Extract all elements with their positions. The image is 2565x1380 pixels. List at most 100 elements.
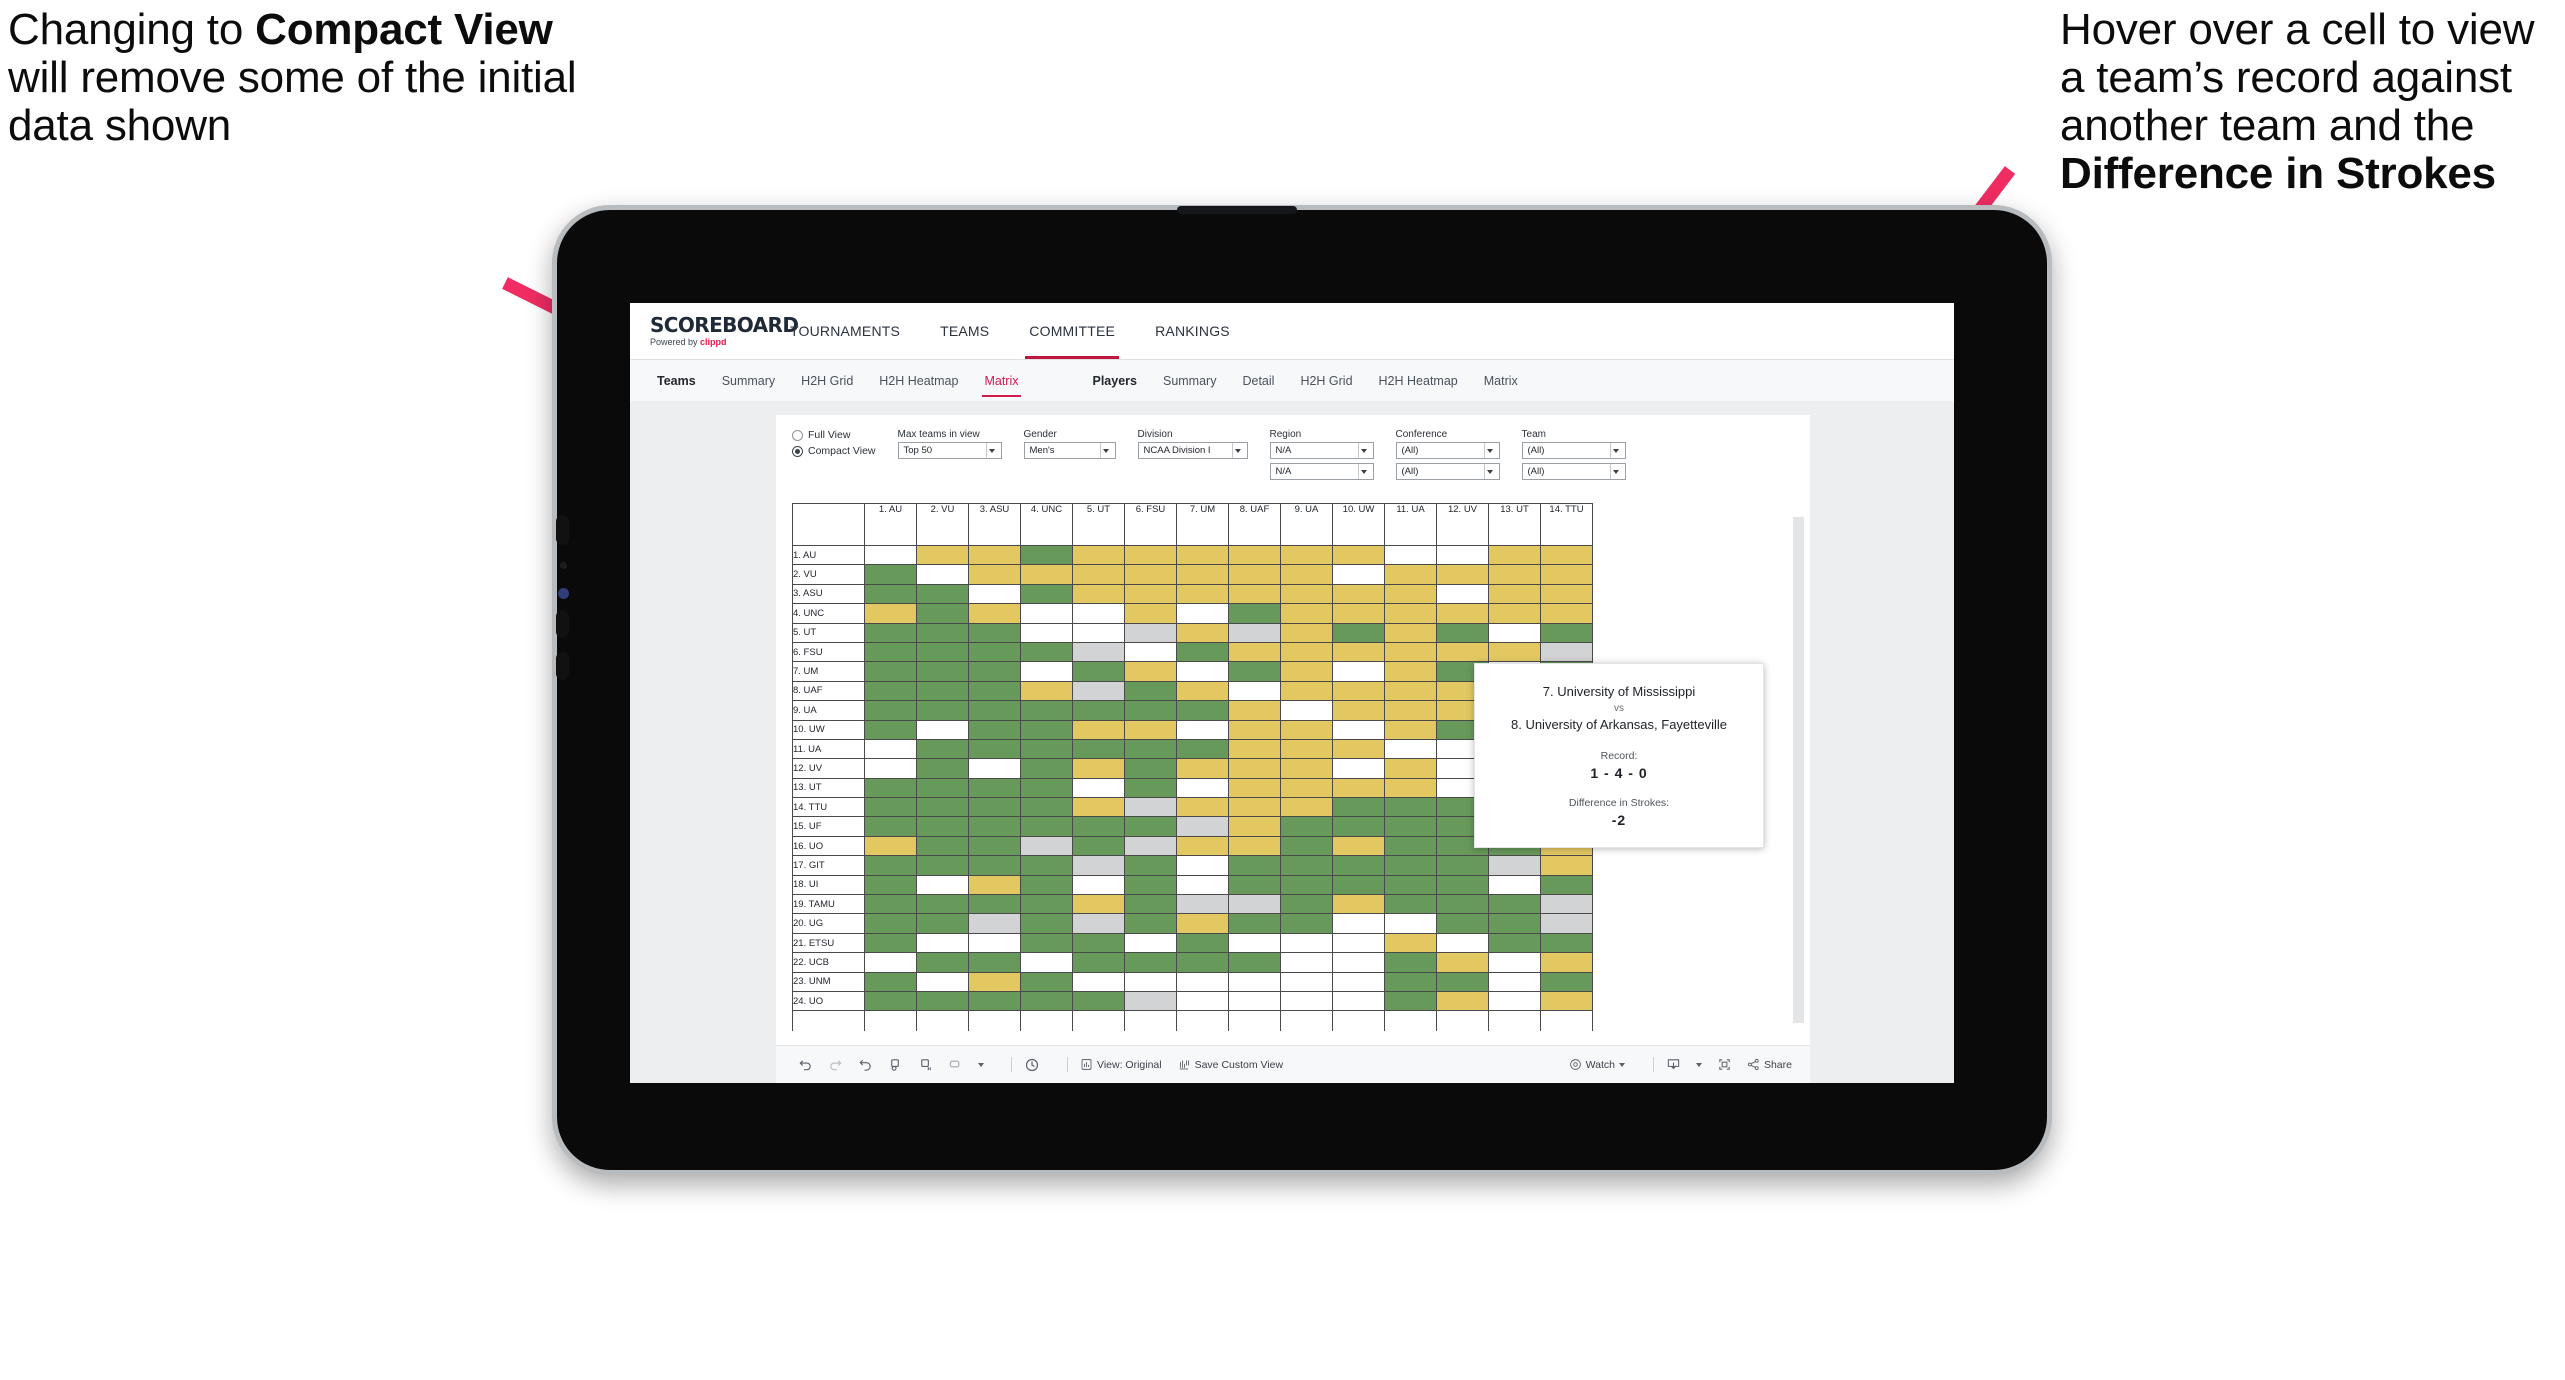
matrix-cell[interactable] xyxy=(1488,583,1541,605)
matrix-cell[interactable] xyxy=(1384,641,1437,663)
matrix-cell[interactable] xyxy=(1020,719,1073,740)
matrix-cell[interactable] xyxy=(1436,622,1489,643)
matrix-cell[interactable] xyxy=(1072,990,1125,1012)
matrix-cell[interactable] xyxy=(1020,661,1073,682)
subnav-teams-h2h-heatmap[interactable]: H2H Heatmap xyxy=(866,360,971,402)
matrix-cell[interactable] xyxy=(1228,758,1281,779)
matrix-cell[interactable] xyxy=(1124,894,1177,915)
matrix-cell[interactable] xyxy=(1228,738,1281,760)
matrix-cell[interactable] xyxy=(1020,971,1073,992)
matrix-cell[interactable] xyxy=(1280,680,1333,702)
filter-max-teams-select[interactable]: Top 50 xyxy=(897,442,1002,459)
matrix-cell[interactable] xyxy=(1072,680,1125,702)
topnav-item-rankings[interactable]: RANKINGS xyxy=(1135,303,1250,359)
matrix-cell[interactable] xyxy=(1436,564,1489,585)
pause-auto-updates-icon[interactable] xyxy=(948,1057,963,1072)
matrix-cell[interactable] xyxy=(1020,777,1073,799)
matrix-cell[interactable] xyxy=(864,874,917,896)
matrix-cell[interactable] xyxy=(916,932,969,954)
matrix-cell[interactable] xyxy=(1540,952,1593,973)
matrix-cell[interactable] xyxy=(1176,990,1229,1012)
matrix-cell[interactable] xyxy=(1176,564,1229,585)
matrix-cell[interactable] xyxy=(1384,777,1437,799)
matrix-cell[interactable] xyxy=(1488,544,1541,566)
matrix-cell[interactable] xyxy=(1228,641,1281,663)
matrix-cell[interactable] xyxy=(916,680,969,702)
matrix-cell[interactable] xyxy=(1436,544,1489,566)
matrix-cell[interactable] xyxy=(1488,913,1541,934)
app-logo[interactable]: SCOREBOARD Powered by clippd xyxy=(630,315,799,347)
matrix-cell[interactable] xyxy=(1228,583,1281,605)
matrix-cell[interactable] xyxy=(1436,874,1489,896)
matrix-cell[interactable] xyxy=(1176,894,1229,915)
matrix-cell[interactable] xyxy=(1072,564,1125,585)
subnav-teams-matrix[interactable]: Matrix xyxy=(971,360,1031,402)
matrix-cell[interactable] xyxy=(1228,797,1281,818)
matrix-cell[interactable] xyxy=(968,932,1021,954)
matrix-cell[interactable] xyxy=(1332,758,1385,779)
matrix-cell[interactable] xyxy=(1228,816,1281,837)
matrix-cell[interactable] xyxy=(1540,874,1593,896)
matrix-cell[interactable] xyxy=(1488,990,1541,1012)
matrix-cell[interactable] xyxy=(1228,661,1281,682)
matrix-cell[interactable] xyxy=(1020,564,1073,585)
matrix-cell[interactable] xyxy=(1540,971,1593,992)
matrix-cell[interactable] xyxy=(1540,544,1593,566)
topnav-item-teams[interactable]: TEAMS xyxy=(920,303,1009,359)
matrix-cell[interactable] xyxy=(1124,680,1177,702)
matrix-cell[interactable] xyxy=(1020,583,1073,605)
matrix-cell[interactable] xyxy=(1540,932,1593,954)
matrix-cell[interactable] xyxy=(1436,990,1489,1012)
download-icon[interactable] xyxy=(1666,1057,1681,1072)
matrix-cell[interactable] xyxy=(1384,932,1437,954)
matrix-cell[interactable] xyxy=(968,758,1021,779)
matrix-cell[interactable] xyxy=(1332,797,1385,818)
matrix-cell[interactable] xyxy=(864,661,917,682)
chevron-down-icon[interactable] xyxy=(1609,464,1622,479)
matrix-cell[interactable] xyxy=(1020,855,1073,876)
matrix-cell[interactable] xyxy=(1384,952,1437,973)
matrix-cell[interactable] xyxy=(1280,990,1333,1012)
refresh-data-icon[interactable] xyxy=(918,1057,933,1072)
matrix-cell[interactable] xyxy=(1176,971,1229,992)
matrix-cell[interactable] xyxy=(1332,719,1385,740)
matrix-cell[interactable] xyxy=(916,738,969,760)
matrix-cell[interactable] xyxy=(1228,622,1281,643)
matrix-cell[interactable] xyxy=(968,583,1021,605)
matrix-cell[interactable] xyxy=(1176,544,1229,566)
matrix-cell[interactable] xyxy=(1020,738,1073,760)
matrix-cell[interactable] xyxy=(864,583,917,605)
matrix-cell[interactable] xyxy=(1124,816,1177,837)
matrix-cell[interactable] xyxy=(1384,564,1437,585)
subnav-teams-summary[interactable]: Summary xyxy=(709,360,788,402)
matrix-cell[interactable] xyxy=(968,544,1021,566)
matrix-cell[interactable] xyxy=(1176,952,1229,973)
matrix-cell[interactable] xyxy=(1280,758,1333,779)
subnav-players-h2h-heatmap[interactable]: H2H Heatmap xyxy=(1366,360,1471,402)
matrix-cell[interactable] xyxy=(968,913,1021,934)
matrix-cell[interactable] xyxy=(1228,777,1281,799)
matrix-cell[interactable] xyxy=(1488,564,1541,585)
subnav-teams-h2h-grid[interactable]: H2H Grid xyxy=(788,360,866,402)
fullscreen-icon[interactable] xyxy=(1717,1057,1732,1072)
matrix-cell[interactable] xyxy=(1436,641,1489,663)
matrix-cell[interactable] xyxy=(1124,932,1177,954)
matrix-cell[interactable] xyxy=(968,990,1021,1012)
matrix-cell[interactable] xyxy=(1072,603,1125,624)
chevron-down-icon[interactable] xyxy=(1483,464,1496,479)
matrix-cell[interactable] xyxy=(1488,932,1541,954)
matrix-cell[interactable] xyxy=(864,971,917,992)
matrix-cell[interactable] xyxy=(1540,583,1593,605)
matrix-cell[interactable] xyxy=(1280,952,1333,973)
matrix-cell[interactable] xyxy=(864,700,917,721)
matrix-vertical-scrollbar[interactable] xyxy=(1793,517,1804,1023)
matrix-cell[interactable] xyxy=(1228,544,1281,566)
matrix-cell[interactable] xyxy=(1332,564,1385,585)
matrix-cell[interactable] xyxy=(968,661,1021,682)
matrix-cell[interactable] xyxy=(1280,583,1333,605)
matrix-cell[interactable] xyxy=(1436,603,1489,624)
matrix-cell[interactable] xyxy=(1020,932,1073,954)
matrix-cell[interactable] xyxy=(916,855,969,876)
matrix-cell[interactable] xyxy=(1124,777,1177,799)
matrix-cell[interactable] xyxy=(968,680,1021,702)
